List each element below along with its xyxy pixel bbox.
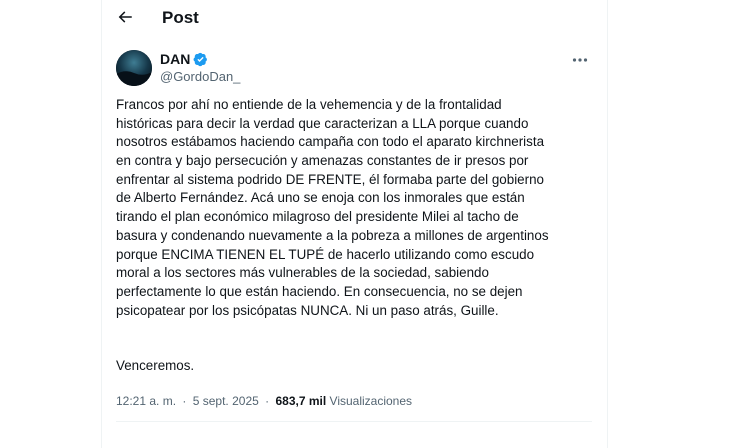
tweet-line: de Alberto Fernández. Acá uno se enoja c… <box>116 190 525 206</box>
arrow-left-icon <box>118 11 132 23</box>
more-horizontal-icon <box>572 58 588 62</box>
tweet-line: en contra y bajo persecución y amenazas … <box>116 153 529 169</box>
avatar-image <box>116 50 152 86</box>
tweet-line: tirando el plan económico milagroso del … <box>116 209 519 225</box>
tweet-line: basura y condenando nuevamente a la pobr… <box>116 227 549 243</box>
tweet-line: porque ENCIMA TIENEN EL TUPÉ de hacerlo … <box>116 246 535 262</box>
post-header: Post <box>102 0 607 36</box>
avatar[interactable] <box>116 50 152 86</box>
meta-separator: · <box>265 394 270 408</box>
author-name-text: DAN <box>160 51 191 67</box>
tweet-text: Francos por ahí no entiende de la veheme… <box>116 96 592 320</box>
post-meta: 12:21 a. m. · 5 sept. 2025 · 683,7 mil V… <box>116 393 412 409</box>
tweet-line: enfrentar al sistema podrido DE FRENTE, … <box>116 171 544 187</box>
tweet-line: históricas para decir la verdad que cara… <box>116 115 529 131</box>
tweet-signoff: Venceremos. <box>116 358 195 373</box>
back-button[interactable] <box>112 4 138 30</box>
tweet-line: nosotros estábamos haciendo campaña con … <box>116 134 545 150</box>
divider <box>116 421 592 422</box>
tweet-line: psicopatear por los psicópatas NUNCA. Ni… <box>116 302 499 318</box>
tweet-line: moral a los sectores más vulnerables de … <box>116 265 489 281</box>
views-label: Visualizaciones <box>329 394 413 408</box>
page-title: Post <box>162 8 199 27</box>
post-column: Post DAN @GordoDan_ Francos por ahí no e… <box>101 0 608 448</box>
meta-separator: · <box>182 394 187 408</box>
post-time[interactable]: 12:21 a. m. <box>116 394 176 408</box>
tweet-line: Francos por ahí no entiende de la veheme… <box>116 97 502 112</box>
post-date[interactable]: 5 sept. 2025 <box>193 394 259 408</box>
verified-badge-icon <box>193 52 208 66</box>
more-options-button[interactable] <box>568 52 592 68</box>
author-name[interactable]: DAN <box>160 50 208 68</box>
views-count: 683,7 mil <box>275 394 327 408</box>
tweet-line: perfectamente lo que están haciendo. En … <box>116 283 523 299</box>
author-handle[interactable]: @GordoDan_ <box>160 68 240 85</box>
